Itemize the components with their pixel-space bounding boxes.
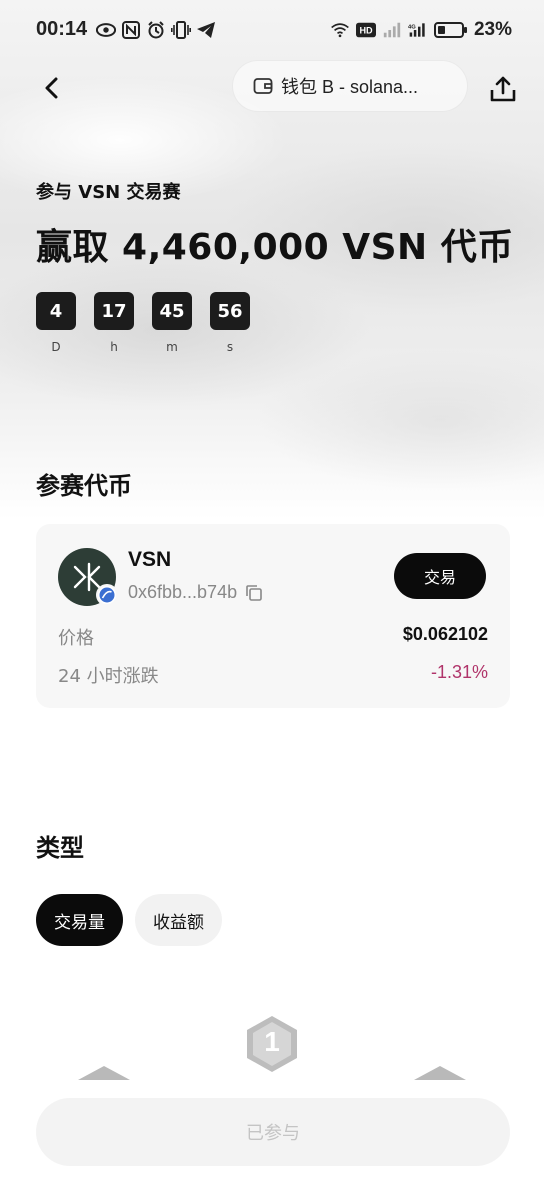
chevron-left-icon bbox=[45, 77, 58, 99]
joined-button[interactable]: 已参与 bbox=[36, 1098, 510, 1166]
event-title: 赢取 4,460,000 VSN 代币 bbox=[36, 227, 514, 268]
price-label: 价格 bbox=[58, 628, 94, 649]
chain-badge bbox=[96, 584, 118, 606]
type-section-title: 类型 bbox=[36, 834, 84, 862]
countdown-days: 4 D bbox=[36, 292, 76, 354]
rank-first-number: 1 bbox=[264, 1026, 280, 1057]
price-value: $0.062102 bbox=[402, 624, 488, 644]
countdown-unit: s bbox=[226, 340, 234, 354]
hd-icon: HD bbox=[355, 20, 376, 40]
status-time: 00:14 bbox=[36, 18, 88, 40]
price-row: 价格 $0.062102 bbox=[58, 624, 488, 650]
change-label: 24 小时涨跌 bbox=[58, 666, 159, 687]
telegram-icon bbox=[196, 20, 216, 40]
copy-icon[interactable] bbox=[245, 584, 263, 602]
token-name: VSN bbox=[128, 548, 172, 571]
svg-text:HD: HD bbox=[359, 26, 373, 36]
wallet-label: 钱包 B - solana... bbox=[281, 77, 419, 97]
status-bar: 00:14 HD 4G 23% bbox=[0, 0, 544, 62]
battery-icon bbox=[433, 20, 468, 40]
svg-text:4G: 4G bbox=[408, 24, 416, 30]
countdown-value: 4 bbox=[36, 292, 76, 330]
vibrate-icon bbox=[171, 20, 191, 40]
wifi-icon bbox=[330, 20, 350, 40]
countdown-unit: m bbox=[166, 340, 178, 354]
tab-volume[interactable]: 交易量 bbox=[36, 894, 123, 946]
tab-profit[interactable]: 收益额 bbox=[135, 894, 222, 946]
event-subtitle: 参与 VSN 交易赛 bbox=[36, 182, 181, 203]
countdown-minutes: 45 m bbox=[152, 292, 192, 354]
countdown-unit: h bbox=[110, 340, 118, 354]
status-icons-right: HD 4G 23% bbox=[330, 18, 512, 42]
change-value: -1.31% bbox=[430, 662, 488, 682]
signal-icon bbox=[382, 20, 402, 40]
header: 钱包 B - solana... bbox=[0, 60, 544, 112]
token-address: 0x6fbb...b74b bbox=[128, 582, 263, 603]
share-icon bbox=[490, 76, 516, 102]
token-card: VSN 0x6fbb...b74b 交易 价格 $0.062102 24 小时涨… bbox=[36, 524, 510, 708]
alarm-icon bbox=[146, 20, 166, 40]
share-button[interactable] bbox=[486, 72, 520, 106]
trade-button[interactable]: 交易 bbox=[394, 553, 486, 599]
4g-signal-icon: 4G bbox=[408, 20, 428, 40]
leaderboard-podium: 1 bbox=[0, 1010, 544, 1090]
nfc-icon bbox=[121, 20, 141, 40]
countdown-value: 17 bbox=[94, 292, 134, 330]
wallet-icon bbox=[253, 78, 273, 94]
countdown-value: 56 bbox=[210, 292, 250, 330]
wallet-selector[interactable]: 钱包 B - solana... bbox=[232, 60, 468, 112]
rank-second-medal bbox=[78, 1066, 130, 1080]
change-row: 24 小时涨跌 -1.31% bbox=[58, 662, 488, 688]
status-icons-left bbox=[96, 18, 216, 42]
countdown-seconds: 56 s bbox=[210, 292, 250, 354]
tokens-section-title: 参赛代币 bbox=[36, 472, 132, 500]
battery-percent: 23% bbox=[473, 19, 512, 40]
eye-icon bbox=[96, 20, 116, 40]
chain-icon bbox=[99, 587, 115, 603]
token-address-text: 0x6fbb...b74b bbox=[128, 582, 238, 602]
countdown-hours: 17 h bbox=[94, 292, 134, 354]
countdown-unit: D bbox=[51, 340, 61, 354]
type-tabs: 交易量 收益额 bbox=[36, 894, 222, 946]
back-button[interactable] bbox=[36, 72, 68, 104]
countdown-value: 45 bbox=[152, 292, 192, 330]
rank-third-medal bbox=[414, 1066, 466, 1080]
countdown: 4 D 17 h 45 m 56 s bbox=[36, 292, 250, 354]
